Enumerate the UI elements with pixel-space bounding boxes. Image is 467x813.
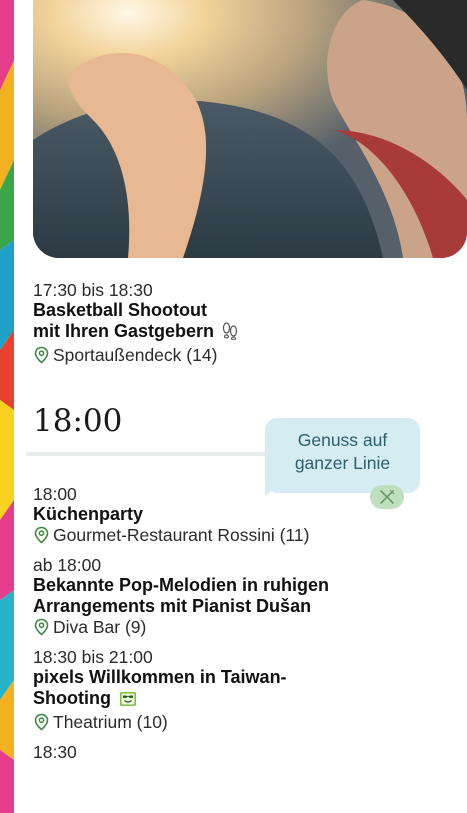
event-kuechenparty[interactable]: 18:00 Küchenparty Gourmet-Restaurant Ros… — [33, 484, 453, 545]
event-location: Diva Bar (9) — [33, 617, 453, 637]
location-pin-icon — [34, 526, 49, 544]
event-title: Bekannte Pop-Melodien in ruhigen Arrange… — [33, 575, 453, 617]
event-title-line: pixels Willkommen in Taiwan- — [33, 667, 287, 687]
hour-heading: 18:00 — [33, 403, 123, 439]
tip-bubble-line: ganzer Linie — [294, 453, 391, 473]
event-time: ab 18:00 — [33, 555, 102, 575]
event-pop-melodien[interactable]: ab 18:00 Bekannte Pop-Melodien in ruhige… — [33, 555, 453, 637]
event-basketball[interactable]: 17:30 bis 18:30 Basketball Shootout mit … — [33, 280, 453, 365]
event-title-line: mit Ihren Gastgebern — [33, 321, 215, 341]
event-title-line: Basketball Shootout — [33, 300, 208, 320]
tip-bubble-line: Genuss auf — [297, 430, 388, 450]
tip-bubble[interactable]: Genuss auf ganzer Linie — [265, 418, 420, 493]
event-time: 18:00 — [33, 484, 77, 504]
event-list: 18:00 Küchenparty Gourmet-Restaurant Ros… — [33, 484, 453, 772]
event-title: pixels Willkommen in Taiwan- Shooting — [33, 667, 453, 712]
location-pin-icon — [34, 346, 49, 364]
event-time: 18:30 bis 21:00 — [33, 647, 153, 667]
event-title-line: Arrangements mit Pianist Dušan — [33, 596, 312, 616]
camera-smiley-icon — [119, 690, 137, 712]
event-title-line: Bekannte Pop-Melodien in ruhigen — [33, 575, 330, 595]
event-time: 18:30 — [33, 742, 77, 762]
event-location-text: Diva Bar (9) — [53, 617, 147, 637]
event-photo — [33, 0, 467, 258]
event-location: Gourmet-Restaurant Rossini (11) — [33, 525, 453, 545]
decorative-side-stripe — [0, 0, 14, 813]
event-location-text: Sportaußendeck (14) — [53, 345, 218, 365]
event-location: Theatrium (10) — [33, 712, 453, 732]
event-location-text: Gourmet-Restaurant Rossini (11) — [53, 525, 310, 545]
footprints-icon — [222, 322, 238, 345]
event-partial[interactable]: 18:30 — [33, 742, 453, 762]
event-time: 17:30 bis 18:30 — [33, 280, 153, 300]
event-title-line: Shooting — [33, 688, 111, 708]
event-title: Basketball Shootout mit Ihren Gastgebern — [33, 300, 453, 345]
event-title: Küchenparty — [33, 504, 144, 524]
location-pin-icon — [34, 618, 49, 636]
event-location: Sportaußendeck (14) — [33, 345, 453, 365]
event-taiwan-shooting[interactable]: 18:30 bis 21:00 pixels Willkommen in Tai… — [33, 647, 453, 732]
hour-divider — [26, 452, 271, 456]
location-pin-icon — [34, 713, 49, 731]
event-location-text: Theatrium (10) — [53, 712, 168, 732]
